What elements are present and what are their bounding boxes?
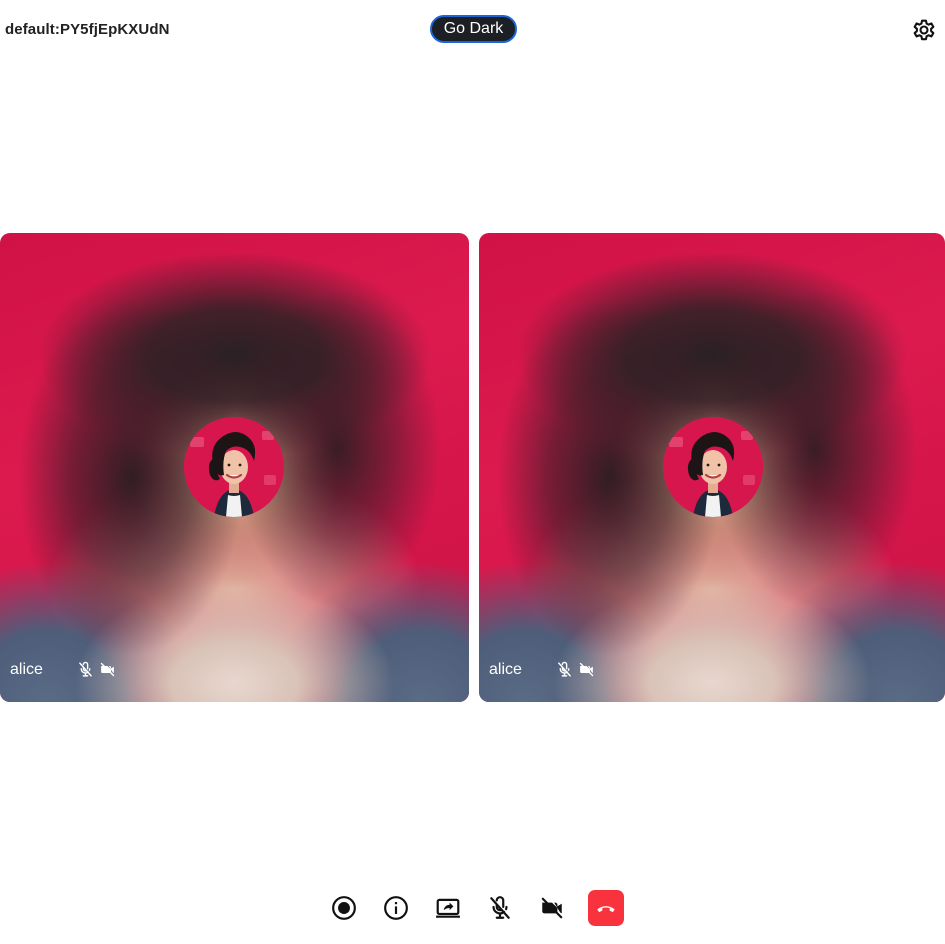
room-name: default:PY5fjEpKXUdN bbox=[5, 21, 170, 38]
info-icon bbox=[383, 895, 409, 921]
record-icon bbox=[331, 895, 357, 921]
screen-share-icon bbox=[435, 895, 461, 921]
participant-tile[interactable]: alice bbox=[0, 233, 469, 702]
phone-hangup-icon bbox=[595, 897, 617, 919]
camera-button[interactable] bbox=[538, 894, 566, 922]
mic-off-icon bbox=[487, 895, 513, 921]
participant-status-icons bbox=[556, 661, 595, 678]
participant-status-icons bbox=[77, 661, 116, 678]
go-dark-button[interactable]: Go Dark bbox=[430, 15, 517, 43]
participant-name: alice bbox=[489, 661, 522, 678]
screen-share-button[interactable] bbox=[434, 894, 462, 922]
video-call-app: default:PY5fjEpKXUdN Go Dark alice alice bbox=[0, 0, 945, 944]
settings-button[interactable] bbox=[910, 16, 938, 44]
participant-avatar bbox=[184, 417, 284, 517]
hang-up-button[interactable] bbox=[588, 890, 624, 926]
gear-icon bbox=[910, 16, 938, 44]
microphone-button[interactable] bbox=[486, 894, 514, 922]
record-button[interactable] bbox=[330, 894, 358, 922]
call-controls-toolbar bbox=[330, 889, 624, 927]
participant-tile[interactable]: alice bbox=[479, 233, 945, 702]
camera-off-icon bbox=[578, 661, 595, 678]
info-button[interactable] bbox=[382, 894, 410, 922]
camera-off-icon bbox=[539, 895, 565, 921]
participant-name: alice bbox=[10, 661, 43, 678]
mic-off-icon bbox=[556, 661, 573, 678]
mic-off-icon bbox=[77, 661, 94, 678]
camera-off-icon bbox=[99, 661, 116, 678]
participant-avatar bbox=[663, 417, 763, 517]
